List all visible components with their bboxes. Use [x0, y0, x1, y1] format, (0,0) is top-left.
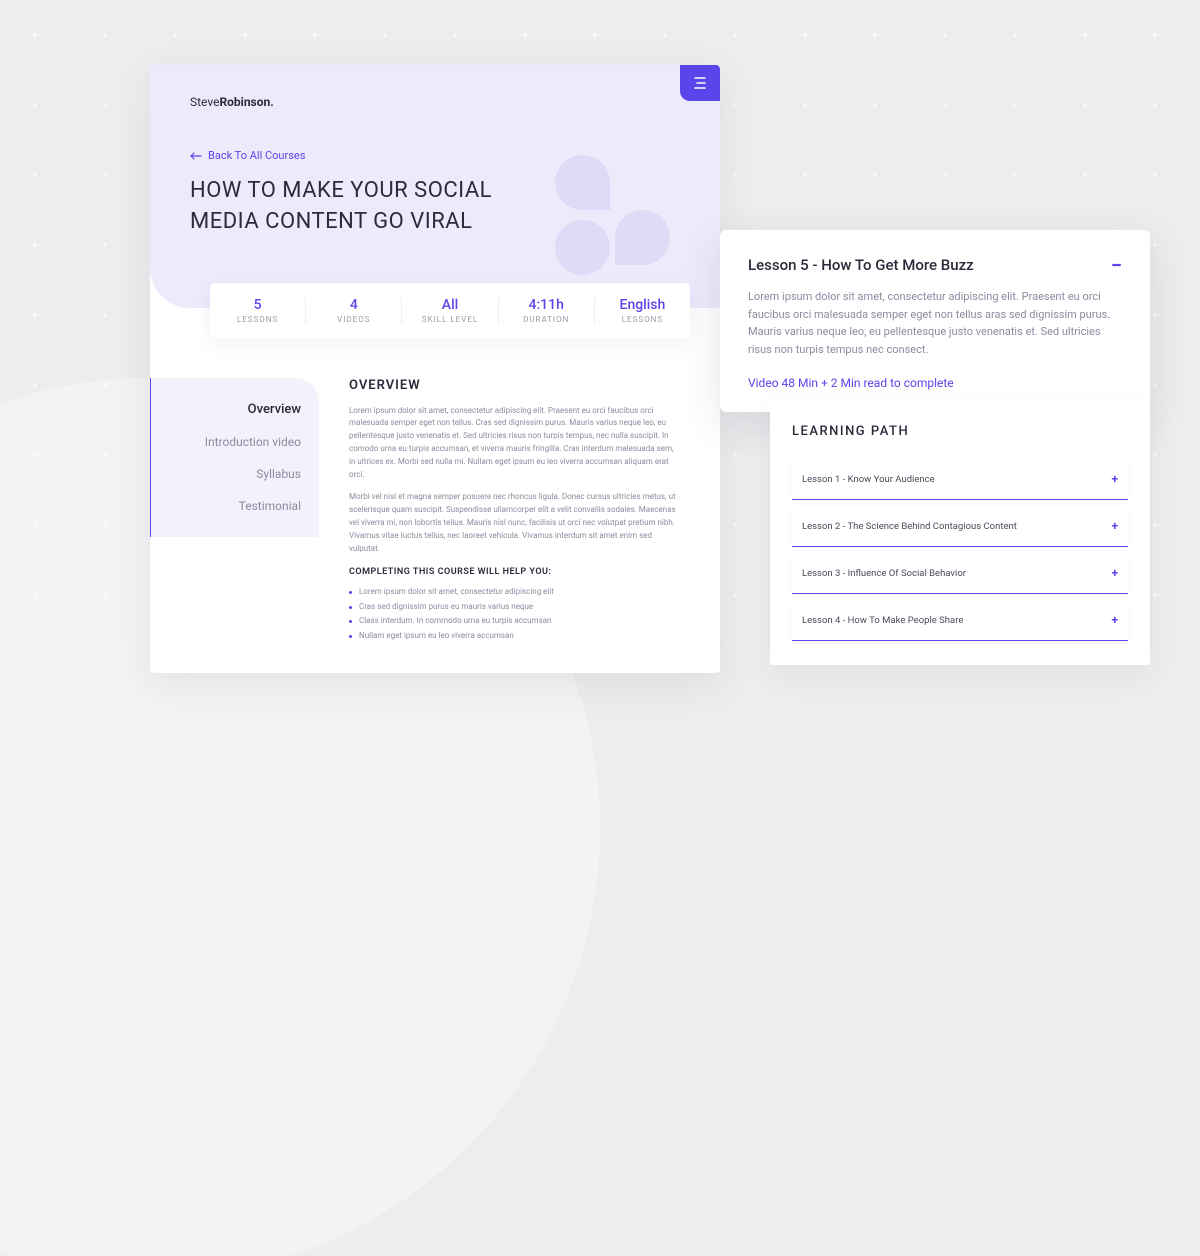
stat-label: LESSONS	[595, 315, 690, 324]
brand-last: Robinson.	[219, 95, 273, 109]
stat-skill: All SKILL LEVEL	[402, 297, 498, 324]
back-link[interactable]: Back To All Courses	[190, 149, 680, 162]
stat-duration: 4:11h DURATION	[499, 297, 595, 324]
hero-section: SteveRobinson. Back To All Courses HOW T…	[150, 65, 720, 308]
minus-icon: −	[1111, 253, 1122, 277]
lesson-label: Lesson 3 - Influence Of Social Behavior	[802, 568, 966, 579]
menu-button[interactable]	[680, 65, 720, 101]
collapse-button[interactable]: −	[1111, 260, 1122, 270]
course-card: SteveRobinson. Back To All Courses HOW T…	[150, 65, 720, 673]
stat-value: English	[595, 297, 690, 313]
decor-shape	[555, 155, 610, 210]
brand-first: Steve	[190, 95, 219, 109]
overview-para: Lorem ipsum dolor sit amet, consectetur …	[349, 405, 680, 482]
stat-value: 5	[210, 297, 305, 313]
sidenav-item-overview[interactable]: Overview	[161, 402, 301, 417]
learning-path-item[interactable]: Lesson 3 - Influence Of Social Behavior …	[792, 553, 1128, 594]
stat-label: SKILL LEVEL	[402, 315, 497, 324]
lesson-label: Lesson 1 - Know Your Audience	[802, 474, 935, 485]
learning-path-heading: LEARNING PATH	[792, 424, 1128, 439]
stat-value: All	[402, 297, 497, 313]
course-title: HOW TO MAKE YOUR SOCIAL MEDIA CONTENT GO…	[190, 176, 550, 238]
plus-icon: +	[1111, 519, 1118, 533]
decor-shape	[555, 220, 610, 275]
lesson-label: Lesson 2 - The Science Behind Contagious…	[802, 521, 1017, 532]
lesson-label: Lesson 4 - How To Make People Share	[802, 615, 963, 626]
stat-label: DURATION	[499, 315, 594, 324]
sidenav-item-testimonial[interactable]: Testimonial	[161, 499, 301, 513]
overview-subheading: COMPLETING THIS COURSE WILL HELP YOU:	[349, 567, 680, 577]
back-label: Back To All Courses	[208, 149, 305, 162]
plus-icon: +	[1111, 566, 1118, 580]
lesson5-title: Lesson 5 - How To Get More Buzz	[748, 256, 974, 274]
overview-list: Lorem ipsum dolor sit amet, consectetur …	[349, 585, 680, 643]
plus-icon: +	[1111, 613, 1118, 627]
sidenav-item-syllabus[interactable]: Syllabus	[161, 467, 301, 481]
menu-icon	[692, 77, 708, 89]
overview-para: Morbi vel nisl et magna semper posuere n…	[349, 491, 680, 555]
overview-section: OVERVIEW Lorem ipsum dolor sit amet, con…	[349, 378, 690, 643]
lesson5-meta: Video 48 Min + 2 Min read to complete	[748, 376, 1122, 390]
lesson5-desc: Lorem ipsum dolor sit amet, consectetur …	[748, 288, 1122, 358]
list-item: Lorem ipsum dolor sit amet, consectetur …	[349, 585, 680, 599]
brand-logo[interactable]: SteveRobinson.	[190, 95, 274, 109]
learning-path-item[interactable]: Lesson 1 - Know Your Audience +	[792, 459, 1128, 500]
overview-heading: OVERVIEW	[349, 378, 680, 393]
list-item: Class interdum. In commodo urna eu turpi…	[349, 614, 680, 628]
stat-language: English LESSONS	[595, 297, 690, 324]
decor-shape	[615, 210, 670, 265]
stat-lessons: 5 LESSONS	[210, 297, 306, 324]
list-item: Cras sed dignissim purus eu mauris variu…	[349, 600, 680, 614]
learning-path-item[interactable]: Lesson 2 - The Science Behind Contagious…	[792, 506, 1128, 547]
list-item: Nullam eget ipsum eu leo viverra accumsa…	[349, 629, 680, 643]
lesson-expanded-card: Lesson 5 - How To Get More Buzz − Lorem …	[720, 230, 1150, 412]
stat-videos: 4 VIDEOS	[306, 297, 402, 324]
stat-value: 4:11h	[499, 297, 594, 313]
arrow-left-icon	[190, 152, 202, 160]
stats-bar: 5 LESSONS 4 VIDEOS All SKILL LEVEL 4:11h…	[210, 283, 690, 338]
stat-value: 4	[306, 297, 401, 313]
learning-path-panel: LEARNING PATH Lesson 1 - Know Your Audie…	[770, 400, 1150, 665]
stat-label: LESSONS	[210, 315, 305, 324]
plus-icon: +	[1111, 472, 1118, 486]
stat-label: VIDEOS	[306, 315, 401, 324]
side-nav: Overview Introduction video Syllabus Tes…	[150, 378, 319, 537]
sidenav-item-intro[interactable]: Introduction video	[161, 435, 301, 449]
learning-path-item[interactable]: Lesson 4 - How To Make People Share +	[792, 600, 1128, 641]
